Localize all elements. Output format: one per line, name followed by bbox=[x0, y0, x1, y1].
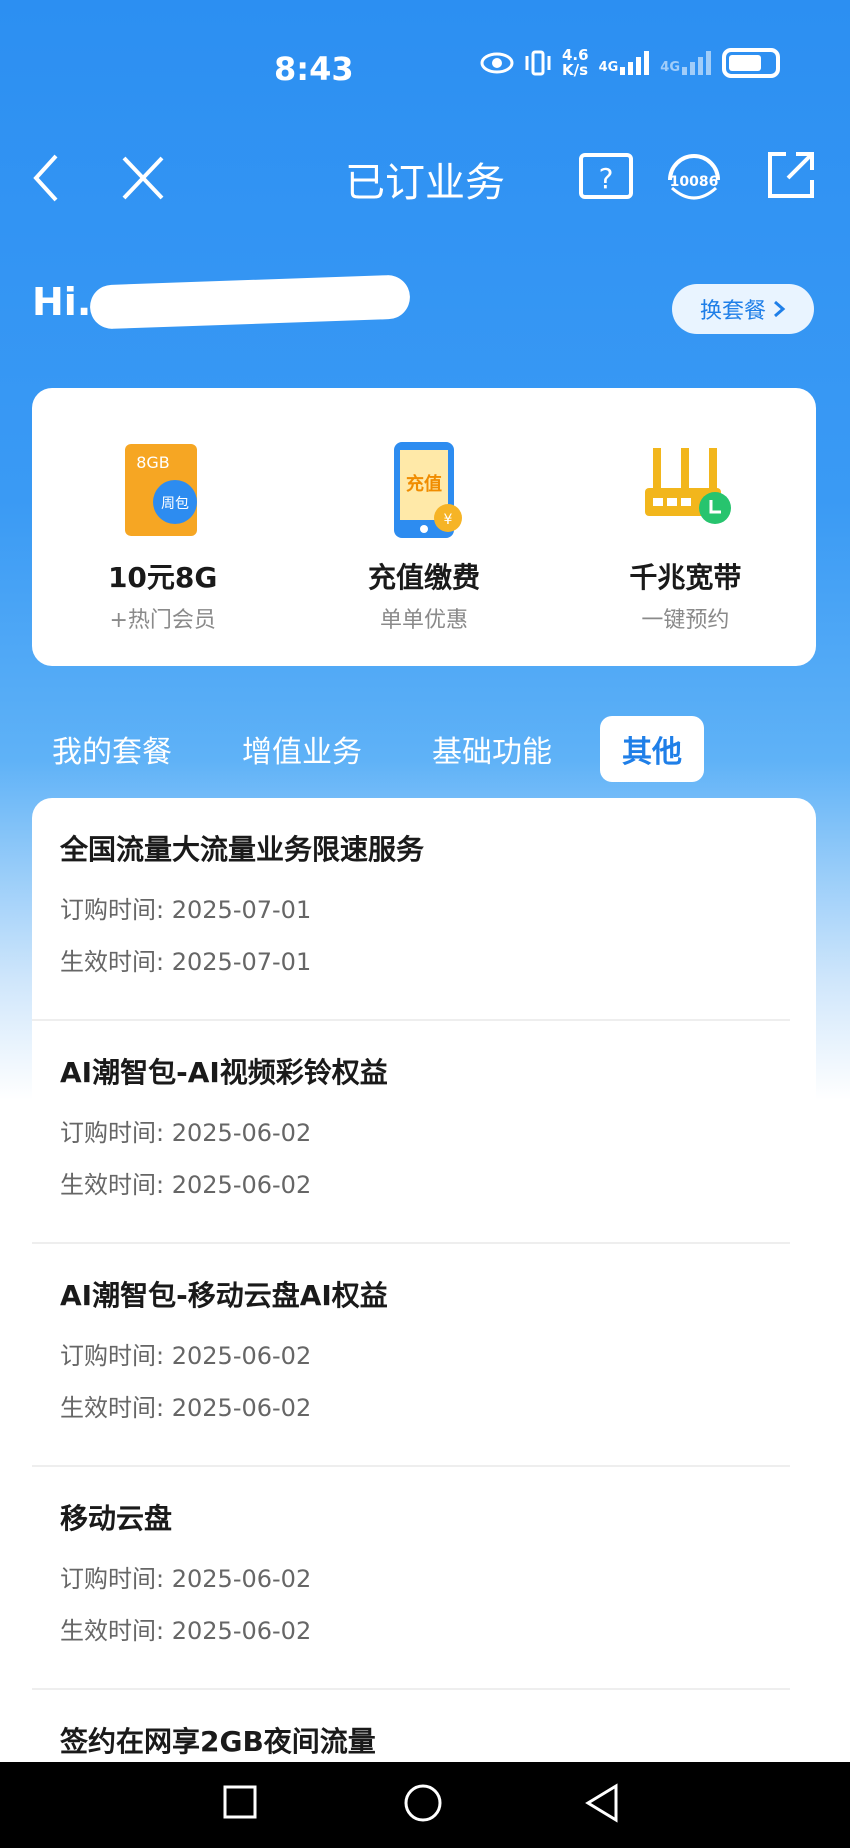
effective-time-label: 生效时间: bbox=[60, 1394, 165, 1422]
system-nav-bar bbox=[0, 1762, 850, 1848]
router-icon bbox=[635, 440, 735, 540]
order-time: 订购时间: 2025-06-02 bbox=[60, 1559, 764, 1593]
category-tabs: 我的套餐 增值业务 基础功能 其他 bbox=[32, 716, 816, 782]
package-size-text: 8GB bbox=[136, 453, 170, 472]
customer-service-button[interactable]: 10086 bbox=[662, 150, 726, 208]
signal-bars-icon bbox=[620, 51, 650, 75]
service-name: 移动云盘 bbox=[60, 1502, 173, 1535]
order-time: 订购时间: 2025-06-02 bbox=[60, 1336, 764, 1370]
service-item[interactable]: 全国流量大流量业务限速服务 订购时间: 2025-07-01 生效时间: 202… bbox=[32, 798, 790, 1021]
order-time-label: 订购时间: bbox=[60, 1342, 165, 1370]
status-time: 8:43 bbox=[274, 50, 354, 88]
service-name: AI潮智包-移动云盘AI权益 bbox=[60, 1279, 388, 1312]
quick-action-title: 千兆宽带 bbox=[629, 561, 742, 594]
quick-actions-card: 8GB 周包 10元8G +热门会员 充值 ¥ 充值缴费 单单优惠 千兆宽带 一键预… bbox=[32, 388, 816, 666]
quick-action-title: 10元8G bbox=[107, 561, 218, 594]
effective-date: 2025-07-01 bbox=[171, 948, 312, 976]
signal-1: 4G bbox=[599, 51, 651, 75]
tab-basic-functions[interactable]: 基础功能 bbox=[432, 716, 552, 782]
order-date: 2025-06-02 bbox=[171, 1342, 312, 1370]
data-package-icon: 8GB 周包 bbox=[113, 440, 213, 540]
eye-icon bbox=[480, 52, 514, 74]
quick-action-recharge[interactable]: 充值 ¥ 充值缴费 单单优惠 bbox=[293, 388, 554, 666]
recent-apps-icon[interactable] bbox=[222, 1784, 258, 1820]
signal-2: 4G bbox=[660, 51, 712, 75]
net-speed-unit: K/s bbox=[562, 61, 589, 79]
chevron-right-icon bbox=[774, 300, 786, 318]
svg-text:?: ? bbox=[599, 162, 614, 195]
switch-plan-label: 换套餐 bbox=[699, 299, 766, 324]
recharge-icon: 充值 ¥ bbox=[374, 440, 474, 540]
order-time: 订购时间: 2025-07-01 bbox=[60, 890, 764, 924]
net-type-1: 4G bbox=[598, 60, 619, 75]
tab-value-added[interactable]: 增值业务 bbox=[242, 716, 362, 782]
order-date: 2025-07-01 bbox=[171, 896, 312, 924]
battery-icon bbox=[722, 48, 781, 78]
subscribed-services-list: 全国流量大流量业务限速服务 订购时间: 2025-07-01 生效时间: 202… bbox=[32, 798, 816, 1848]
package-badge-text: 周包 bbox=[161, 496, 189, 512]
effective-date: 2025-06-02 bbox=[171, 1394, 312, 1422]
nav-bar: 已订业务 ? 10086 bbox=[0, 140, 850, 240]
back-icon[interactable] bbox=[584, 1782, 620, 1824]
vibrate-icon bbox=[525, 50, 551, 76]
status-indicators: 4.6 K/s 4G 4G bbox=[480, 48, 781, 79]
service-name: 全国流量大流量业务限速服务 bbox=[60, 833, 425, 866]
quick-action-subtitle: +热门会员 bbox=[109, 608, 216, 633]
redacted-phone-mask bbox=[89, 274, 411, 330]
effective-time: 生效时间: 2025-06-02 bbox=[60, 1388, 764, 1422]
order-date: 2025-06-02 bbox=[171, 1565, 312, 1593]
effective-time-label: 生效时间: bbox=[60, 1617, 165, 1645]
quick-action-subtitle: 一键预约 bbox=[641, 608, 730, 633]
order-date: 2025-06-02 bbox=[171, 1119, 312, 1147]
service-name: 签约在网享2GB夜间流量 bbox=[60, 1725, 376, 1758]
signal-bars-weak-icon bbox=[682, 51, 712, 75]
tab-other[interactable]: 其他 bbox=[600, 716, 704, 782]
effective-date: 2025-06-02 bbox=[171, 1617, 312, 1645]
effective-time: 生效时间: 2025-06-02 bbox=[60, 1611, 764, 1645]
quick-action-broadband[interactable]: 千兆宽带 一键预约 bbox=[555, 388, 816, 666]
effective-time-label: 生效时间: bbox=[60, 1171, 165, 1199]
switch-plan-button[interactable]: 换套餐 bbox=[672, 284, 814, 334]
order-time-label: 订购时间: bbox=[60, 1565, 165, 1593]
effective-time-label: 生效时间: bbox=[60, 948, 165, 976]
status-bar: 8:43 4.6 K/s 4G 4G bbox=[0, 0, 850, 140]
coin-symbol: ¥ bbox=[444, 512, 453, 528]
net-type-2: 4G bbox=[660, 60, 681, 75]
greeting-row: Hi. 1 换套餐 bbox=[0, 270, 850, 350]
service-name: AI潮智包-AI视频彩铃权益 bbox=[60, 1056, 388, 1089]
quick-action-title: 充值缴费 bbox=[367, 561, 480, 594]
recharge-icon-text: 充值 bbox=[406, 473, 442, 495]
effective-time: 生效时间: 2025-06-02 bbox=[60, 1165, 764, 1199]
service-item[interactable]: AI潮智包-移动云盘AI权益 订购时间: 2025-06-02 生效时间: 20… bbox=[32, 1244, 790, 1467]
order-time: 订购时间: 2025-06-02 bbox=[60, 1113, 764, 1147]
tab-my-plan[interactable]: 我的套餐 bbox=[52, 716, 172, 782]
quick-action-subtitle: 单单优惠 bbox=[379, 608, 468, 633]
quick-action-data-package[interactable]: 8GB 周包 10元8G +热门会员 bbox=[32, 388, 293, 666]
service-item[interactable]: 移动云盘 订购时间: 2025-06-02 生效时间: 2025-06-02 bbox=[32, 1467, 790, 1690]
question-icon[interactable]: ? bbox=[578, 152, 634, 202]
service-item[interactable]: AI潮智包-AI视频彩铃权益 订购时间: 2025-06-02 生效时间: 20… bbox=[32, 1021, 790, 1244]
order-time-label: 订购时间: bbox=[60, 1119, 165, 1147]
effective-date: 2025-06-02 bbox=[171, 1171, 312, 1199]
share-icon[interactable] bbox=[764, 148, 818, 202]
home-icon[interactable] bbox=[402, 1782, 444, 1824]
service-number: 10086 bbox=[669, 174, 719, 190]
order-time-label: 订购时间: bbox=[60, 896, 165, 924]
effective-time: 生效时间: 2025-07-01 bbox=[60, 942, 764, 976]
